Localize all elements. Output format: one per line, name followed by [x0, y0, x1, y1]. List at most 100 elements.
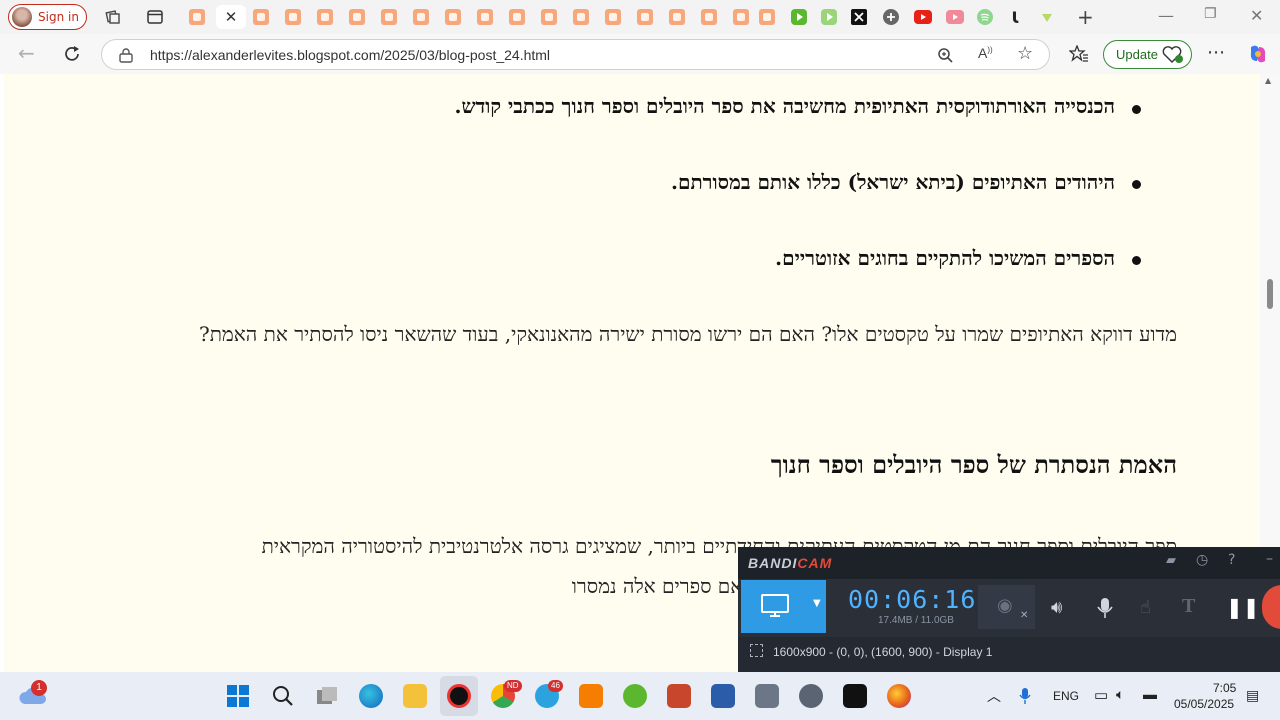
avatar [12, 7, 32, 27]
tab-generic[interactable] [876, 5, 906, 29]
monitor-icon [761, 594, 789, 617]
word-icon[interactable] [711, 684, 735, 708]
stop-record-button[interactable] [1262, 585, 1280, 629]
chevron-down-icon[interactable]: ▼ [813, 598, 821, 609]
tab-spotify[interactable] [970, 5, 1000, 29]
chevron-up-icon[interactable]: ︿ [987, 686, 1001, 706]
favorite-star-icon[interactable]: ☆ [1017, 43, 1033, 64]
update-button[interactable]: Update [1103, 40, 1192, 69]
help-icon[interactable]: ? [1228, 552, 1235, 568]
edge-icon[interactable] [359, 684, 383, 708]
tab-x[interactable] [844, 5, 874, 29]
cursor-effect-icon[interactable]: ☝ [1140, 597, 1151, 618]
blogger-icon [445, 9, 461, 25]
tab-youtube[interactable] [908, 5, 938, 29]
tab-active[interactable]: ✕ [216, 5, 246, 29]
read-aloud-icon[interactable]: A)) [978, 45, 993, 61]
chrome-badge: ND [504, 680, 522, 692]
microphone-icon[interactable] [1097, 597, 1113, 619]
tab-blogger[interactable] [534, 5, 564, 29]
collections-icon[interactable] [104, 8, 122, 26]
screen-mode-button[interactable]: ▼ [741, 580, 826, 633]
webcam-button[interactable]: ◉ ✕ [978, 585, 1035, 629]
tab-actions-icon[interactable] [146, 8, 164, 26]
minimize-icon[interactable]: — [1158, 6, 1174, 25]
tab-youtube[interactable] [940, 5, 970, 29]
tab-blogger[interactable] [662, 5, 692, 29]
search-icon[interactable] [272, 685, 294, 707]
minimize-icon[interactable]: – [1266, 551, 1273, 567]
more-menu-icon[interactable]: ⋯ [1207, 42, 1226, 63]
task-view-icon[interactable] [316, 685, 338, 707]
close-tab-icon[interactable]: ✕ [225, 8, 238, 26]
bullet-dot [1132, 105, 1141, 114]
pause-icon[interactable]: ❚❚ [1226, 595, 1260, 619]
close-window-icon[interactable]: ✕ [1250, 6, 1263, 25]
microphone-icon[interactable] [1019, 687, 1031, 705]
battery-icon[interactable]: ▬ [1143, 686, 1157, 702]
tab-blogger[interactable] [470, 5, 500, 29]
settings-gear-icon[interactable] [799, 684, 823, 708]
restore-icon[interactable]: ❐ [1204, 6, 1217, 22]
clock-icon[interactable]: ◷ [1196, 552, 1208, 568]
blogger-icon [285, 9, 301, 25]
text-overlay-icon[interactable]: T [1182, 595, 1195, 618]
clock-time[interactable]: 7:05 [1213, 681, 1236, 695]
x-icon [851, 9, 867, 25]
tab-blogger[interactable] [310, 5, 340, 29]
tab-blogger[interactable] [342, 5, 372, 29]
rumble-icon[interactable] [623, 684, 647, 708]
tab-blogger[interactable] [566, 5, 596, 29]
tab-rumble[interactable] [784, 5, 814, 29]
webcam-icon: ◉ [997, 595, 1013, 616]
capcut-icon[interactable] [843, 684, 867, 708]
lock-icon[interactable] [119, 48, 133, 63]
refresh-icon[interactable] [62, 44, 82, 64]
tab-blogger[interactable] [694, 5, 724, 29]
blogger-icon[interactable] [579, 684, 603, 708]
tab-blogger[interactable] [374, 5, 404, 29]
tab-blogger[interactable] [246, 5, 276, 29]
scrollbar-thumb[interactable] [1267, 279, 1273, 309]
plus-circle-icon [883, 9, 899, 25]
copilot-icon[interactable] [1247, 43, 1269, 65]
speaker-icon[interactable]: 🔊︎ [1051, 597, 1062, 618]
tab-blogger[interactable] [278, 5, 308, 29]
windows-start-icon[interactable] [227, 685, 249, 707]
tab-blogger[interactable] [438, 5, 468, 29]
scroll-up-icon[interactable]: ▲ [1265, 76, 1271, 85]
tab-blogger[interactable] [406, 5, 436, 29]
bandicam-record-icon[interactable] [447, 684, 471, 708]
tab-download[interactable] [1032, 5, 1062, 29]
folder-icon[interactable]: ▰ [1166, 553, 1176, 568]
spotify-icon [977, 9, 993, 25]
region-select-icon[interactable] [750, 644, 763, 657]
language-indicator[interactable]: ENG [1053, 689, 1079, 703]
tab-blogger[interactable] [630, 5, 660, 29]
firefox-icon[interactable] [887, 684, 911, 708]
powerpoint-icon[interactable] [667, 684, 691, 708]
tab-blogger[interactable] [752, 5, 782, 29]
telegram-badge: 46 [548, 680, 563, 692]
notifications-icon[interactable]: ▤ [1246, 687, 1259, 704]
favorites-icon[interactable] [1069, 45, 1089, 63]
tab-blogger[interactable] [182, 5, 212, 29]
taskbar: 1 ND 46 ︿ ENG ▭ 🔈︎ ▬ 7:05 05/05/2025 ▤ [0, 672, 1280, 720]
network-icon[interactable]: ▭ [1094, 686, 1108, 704]
url-field[interactable]: https://alexanderlevites.blogspot.com/20… [101, 39, 1050, 70]
tab-blogger[interactable] [598, 5, 628, 29]
blogger-icon [759, 9, 775, 25]
tab-blogger[interactable] [502, 5, 532, 29]
back-icon[interactable]: ← [18, 41, 35, 65]
blogger-icon [541, 9, 557, 25]
camera-icon[interactable] [755, 684, 779, 708]
clock-date[interactable]: 05/05/2025 [1174, 697, 1234, 711]
tab-rumble[interactable] [814, 5, 844, 29]
file-explorer-icon[interactable] [403, 684, 427, 708]
sign-in-button[interactable]: Sign in [8, 4, 87, 30]
bandicam-titlebar: BANDICAM ▰ ◷ ? – [738, 547, 1280, 579]
tab-generic[interactable]: Ɩ [1000, 5, 1030, 29]
volume-icon[interactable]: 🔈︎ [1116, 686, 1124, 703]
zoom-icon[interactable] [937, 47, 954, 64]
new-tab-icon[interactable]: + [1077, 5, 1094, 29]
